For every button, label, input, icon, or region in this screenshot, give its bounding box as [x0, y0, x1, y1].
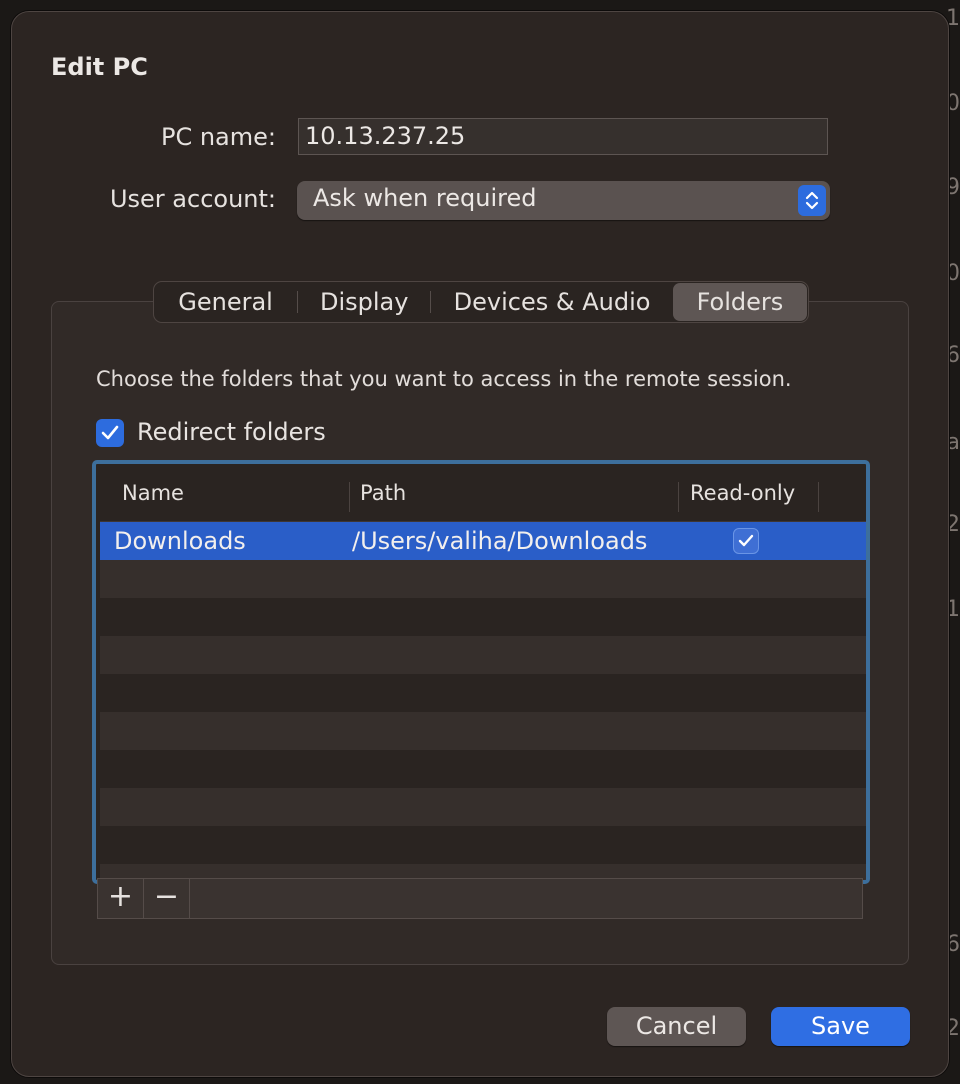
- empty-table-row: [100, 788, 866, 826]
- pc-name-label: PC name:: [160, 123, 276, 151]
- redirect-folders-label[interactable]: Redirect folders: [137, 418, 326, 446]
- read-only-checkbox[interactable]: [733, 528, 759, 554]
- column-divider: [818, 482, 819, 512]
- add-folder-button[interactable]: +: [98, 879, 144, 918]
- tab-display[interactable]: Display: [298, 283, 430, 321]
- empty-table-row: [100, 636, 866, 674]
- empty-table-row: [100, 598, 866, 636]
- tab-devices-audio[interactable]: Devices & Audio: [431, 283, 673, 321]
- user-account-label: User account:: [109, 185, 276, 213]
- pc-name-input[interactable]: 10.13.237.25: [298, 118, 828, 155]
- column-header-path[interactable]: Path: [360, 476, 406, 511]
- save-button[interactable]: Save: [771, 1007, 910, 1046]
- user-account-popup[interactable]: Ask when required: [297, 181, 830, 220]
- table-footer-bar: + −: [97, 878, 863, 919]
- user-account-value: Ask when required: [313, 184, 537, 212]
- column-header-read-only[interactable]: Read-only: [690, 476, 795, 511]
- tab-bar: General Display Devices & Audio Folders: [153, 281, 809, 323]
- cancel-button[interactable]: Cancel: [607, 1007, 746, 1046]
- folder-name-cell: Downloads: [114, 527, 246, 555]
- empty-table-row: [100, 674, 866, 712]
- empty-table-row: [100, 826, 866, 864]
- checkmark-icon: [738, 534, 754, 547]
- folders-description: Choose the folders that you want to acce…: [96, 367, 792, 391]
- redirect-folders-checkbox[interactable]: [96, 419, 124, 447]
- chevron-up-down-icon: [798, 185, 826, 216]
- column-divider: [678, 482, 679, 512]
- table-header: Name Path Read-only: [100, 466, 866, 522]
- folders-table[interactable]: Name Path Read-only Downloads /Users/val…: [92, 460, 870, 884]
- empty-table-row: [100, 712, 866, 750]
- dialog-title: Edit PC: [51, 53, 148, 81]
- table-row[interactable]: Downloads /Users/valiha/Downloads: [100, 522, 866, 560]
- checkmark-icon: [101, 425, 119, 440]
- column-divider: [349, 482, 350, 512]
- tab-general[interactable]: General: [154, 283, 297, 321]
- column-header-name[interactable]: Name: [122, 476, 184, 511]
- empty-table-row: [100, 750, 866, 788]
- folder-path-cell: /Users/valiha/Downloads: [352, 527, 648, 555]
- remove-folder-button[interactable]: −: [144, 879, 190, 918]
- empty-table-row: [100, 560, 866, 598]
- edit-pc-dialog: Edit PC PC name: 10.13.237.25 User accou…: [11, 11, 949, 1077]
- tab-folders[interactable]: Folders: [672, 283, 807, 321]
